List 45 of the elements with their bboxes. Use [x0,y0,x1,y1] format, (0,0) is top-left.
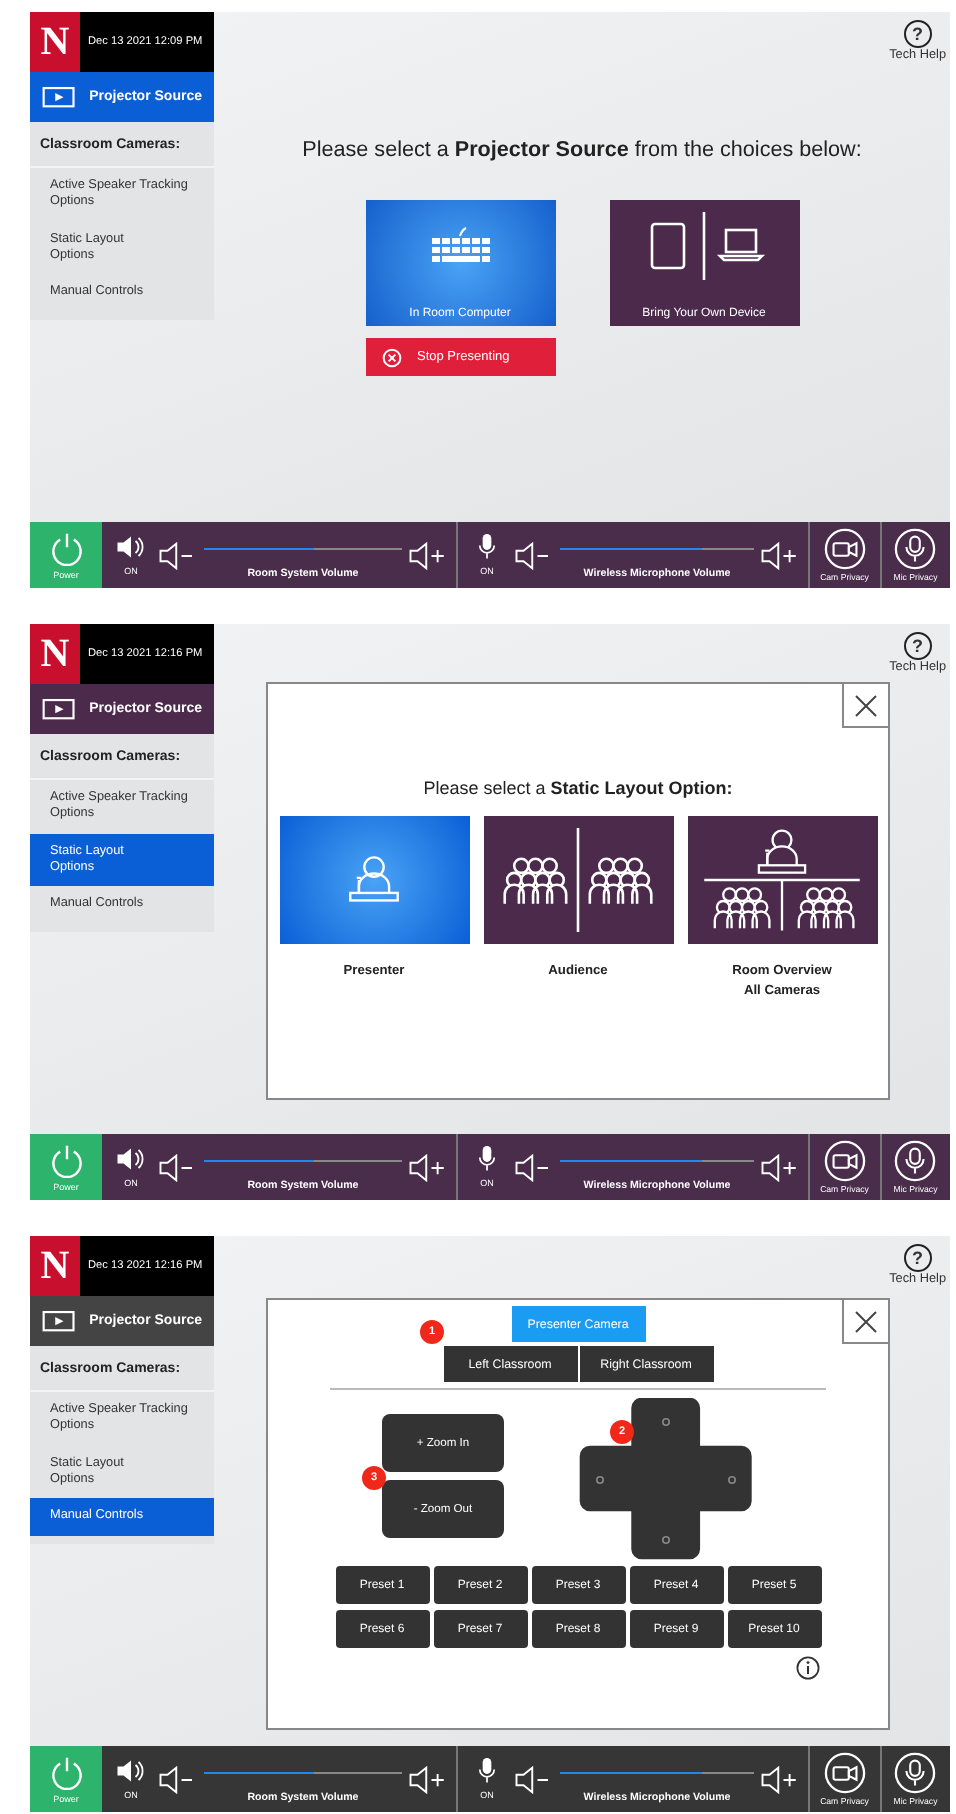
video-camera-icon [823,1140,866,1182]
microphone-icon [894,528,937,570]
speaker-icon [116,1146,146,1172]
prompt-text: Please select a Projector Source from the choices below: [302,138,862,162]
volume-up-icon[interactable] [760,1765,800,1793]
logo: N [30,1236,80,1296]
keyboard-icon [430,224,490,268]
info-icon[interactable] [795,1656,819,1680]
prompt-text: Please select a Static Layout Option: [421,778,735,798]
room-overview-icon [698,828,866,932]
close-icon [854,1309,878,1333]
logo: N [30,12,80,72]
volume-up-icon[interactable] [408,1153,448,1181]
close-icon [854,693,878,717]
volume-down-icon[interactable] [158,541,198,569]
layout-tile[interactable] [279,816,469,944]
volume-up-icon[interactable] [760,1153,800,1181]
layout-tile[interactable] [483,816,673,944]
speaker-icon [116,534,146,560]
microphone-icon [894,1140,937,1182]
close-button[interactable] [842,682,890,728]
volume-up-icon[interactable] [760,541,800,569]
stop-icon [381,347,401,367]
presenter-podium-icon [346,856,402,904]
volume-up-icon[interactable] [408,1765,448,1793]
layout-tile[interactable] [687,816,877,944]
microphone-icon [894,1752,937,1794]
volume-up-icon[interactable] [408,541,448,569]
monitor-play-icon [42,85,76,109]
power-icon [49,1755,83,1789]
volume-down-icon[interactable] [158,1153,198,1181]
direction-pad[interactable] [578,1398,754,1562]
monitor-play-icon [42,697,76,721]
volume-down-icon[interactable] [514,1153,554,1181]
logo: N [30,624,80,684]
video-camera-icon [823,528,866,570]
volume-down-icon[interactable] [514,541,554,569]
speaker-icon [116,1758,146,1784]
power-icon [49,531,83,565]
volume-down-icon[interactable] [158,1765,198,1793]
close-button[interactable] [842,1298,890,1344]
video-camera-icon [823,1752,866,1794]
monitor-play-icon [42,1309,76,1333]
power-icon [49,1143,83,1177]
volume-down-icon[interactable] [514,1765,554,1793]
